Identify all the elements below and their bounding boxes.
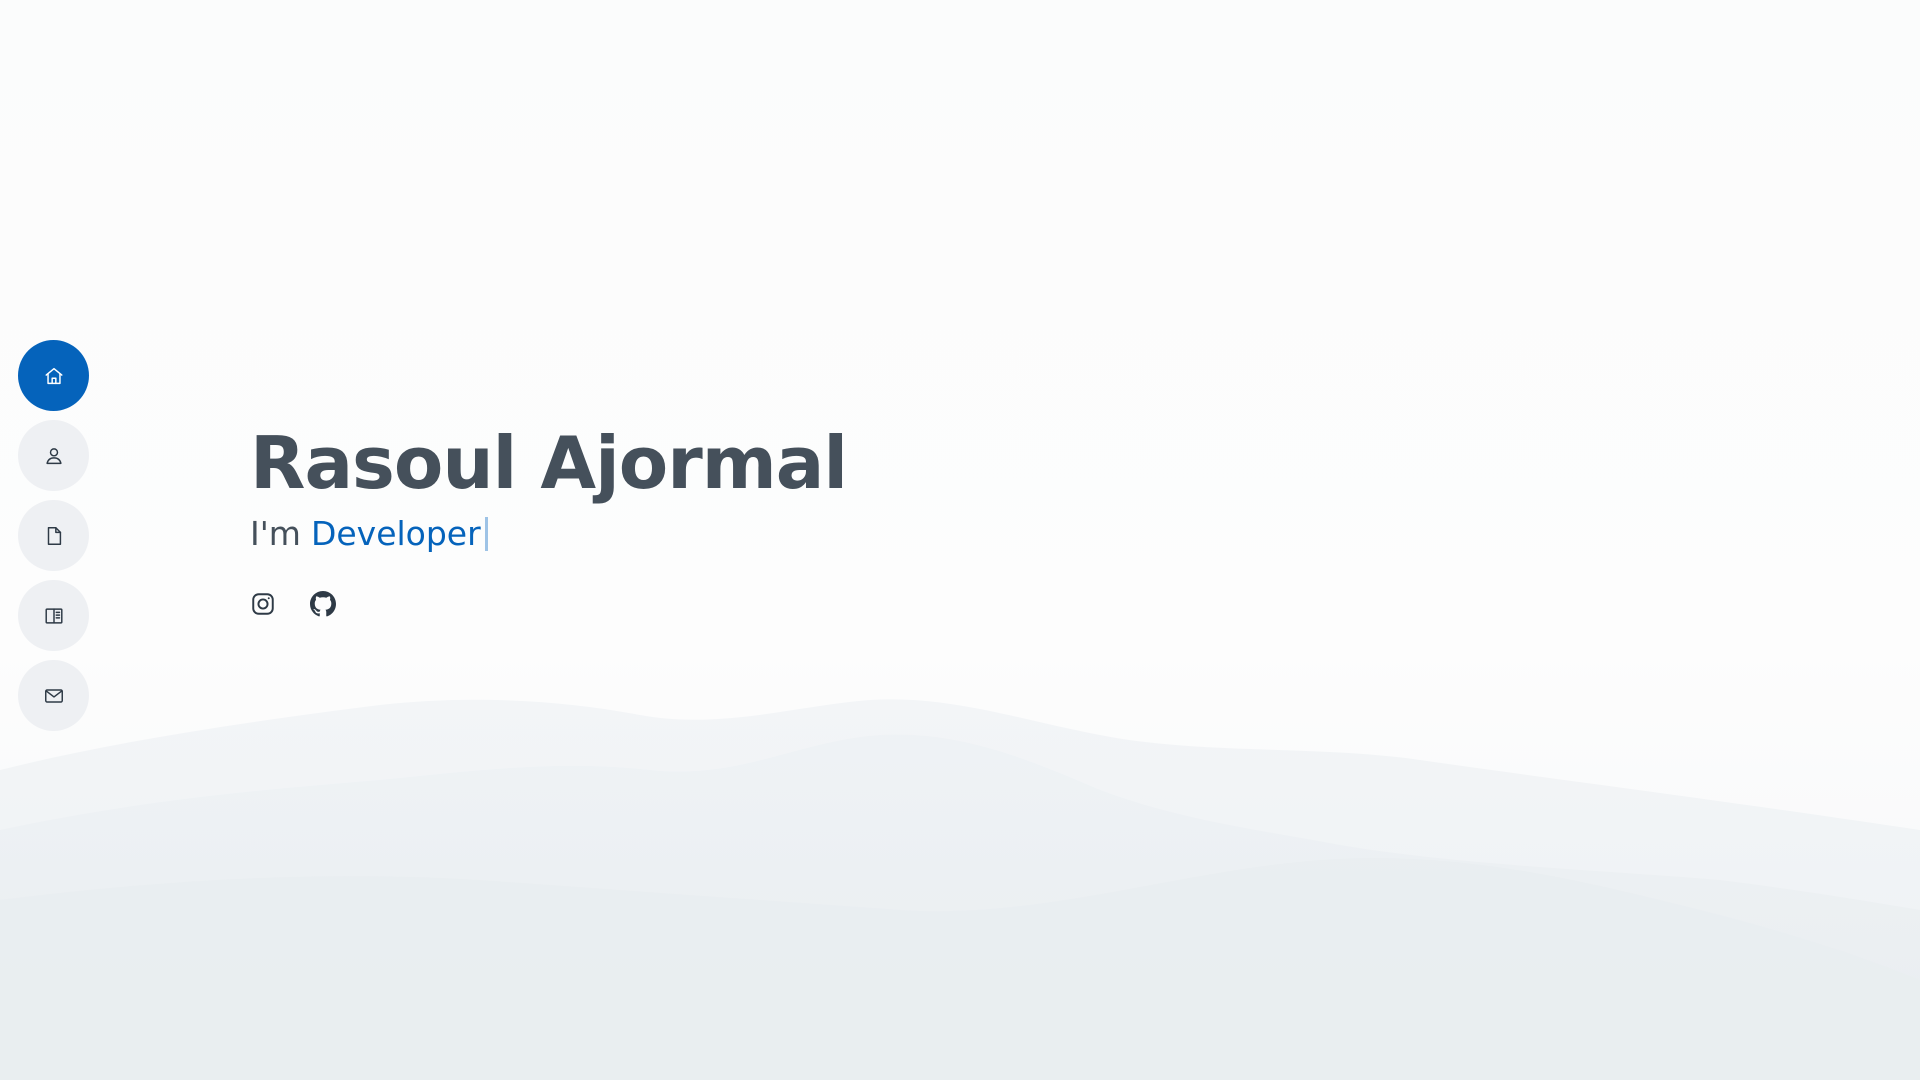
book-half-icon	[44, 607, 63, 624]
social-links	[250, 591, 847, 617]
nav-portfolio-button[interactable]	[18, 580, 89, 651]
side-navigation	[18, 340, 90, 731]
nav-contact-button[interactable]	[18, 660, 89, 731]
hero-section: Rasoul Ajormal I'm Developer	[250, 420, 848, 617]
nav-home-button[interactable]	[18, 340, 89, 411]
typed-role: Developer	[310, 514, 481, 554]
home-icon	[44, 367, 63, 384]
nav-resume-button[interactable]	[18, 500, 89, 571]
hero-name: Rasoul Ajormal	[250, 421, 848, 505]
file-icon	[47, 526, 61, 545]
typing-cursor	[484, 516, 488, 551]
tagline-prefix: I'm	[250, 514, 301, 554]
envelope-icon	[44, 688, 63, 703]
instagram-icon	[252, 593, 274, 616]
github-icon	[310, 591, 336, 617]
nav-about-button[interactable]	[18, 420, 89, 491]
github-link[interactable]	[310, 591, 336, 617]
hero-tagline: I'm Developer	[250, 514, 847, 553]
person-icon	[45, 447, 62, 464]
instagram-link[interactable]	[250, 591, 276, 617]
